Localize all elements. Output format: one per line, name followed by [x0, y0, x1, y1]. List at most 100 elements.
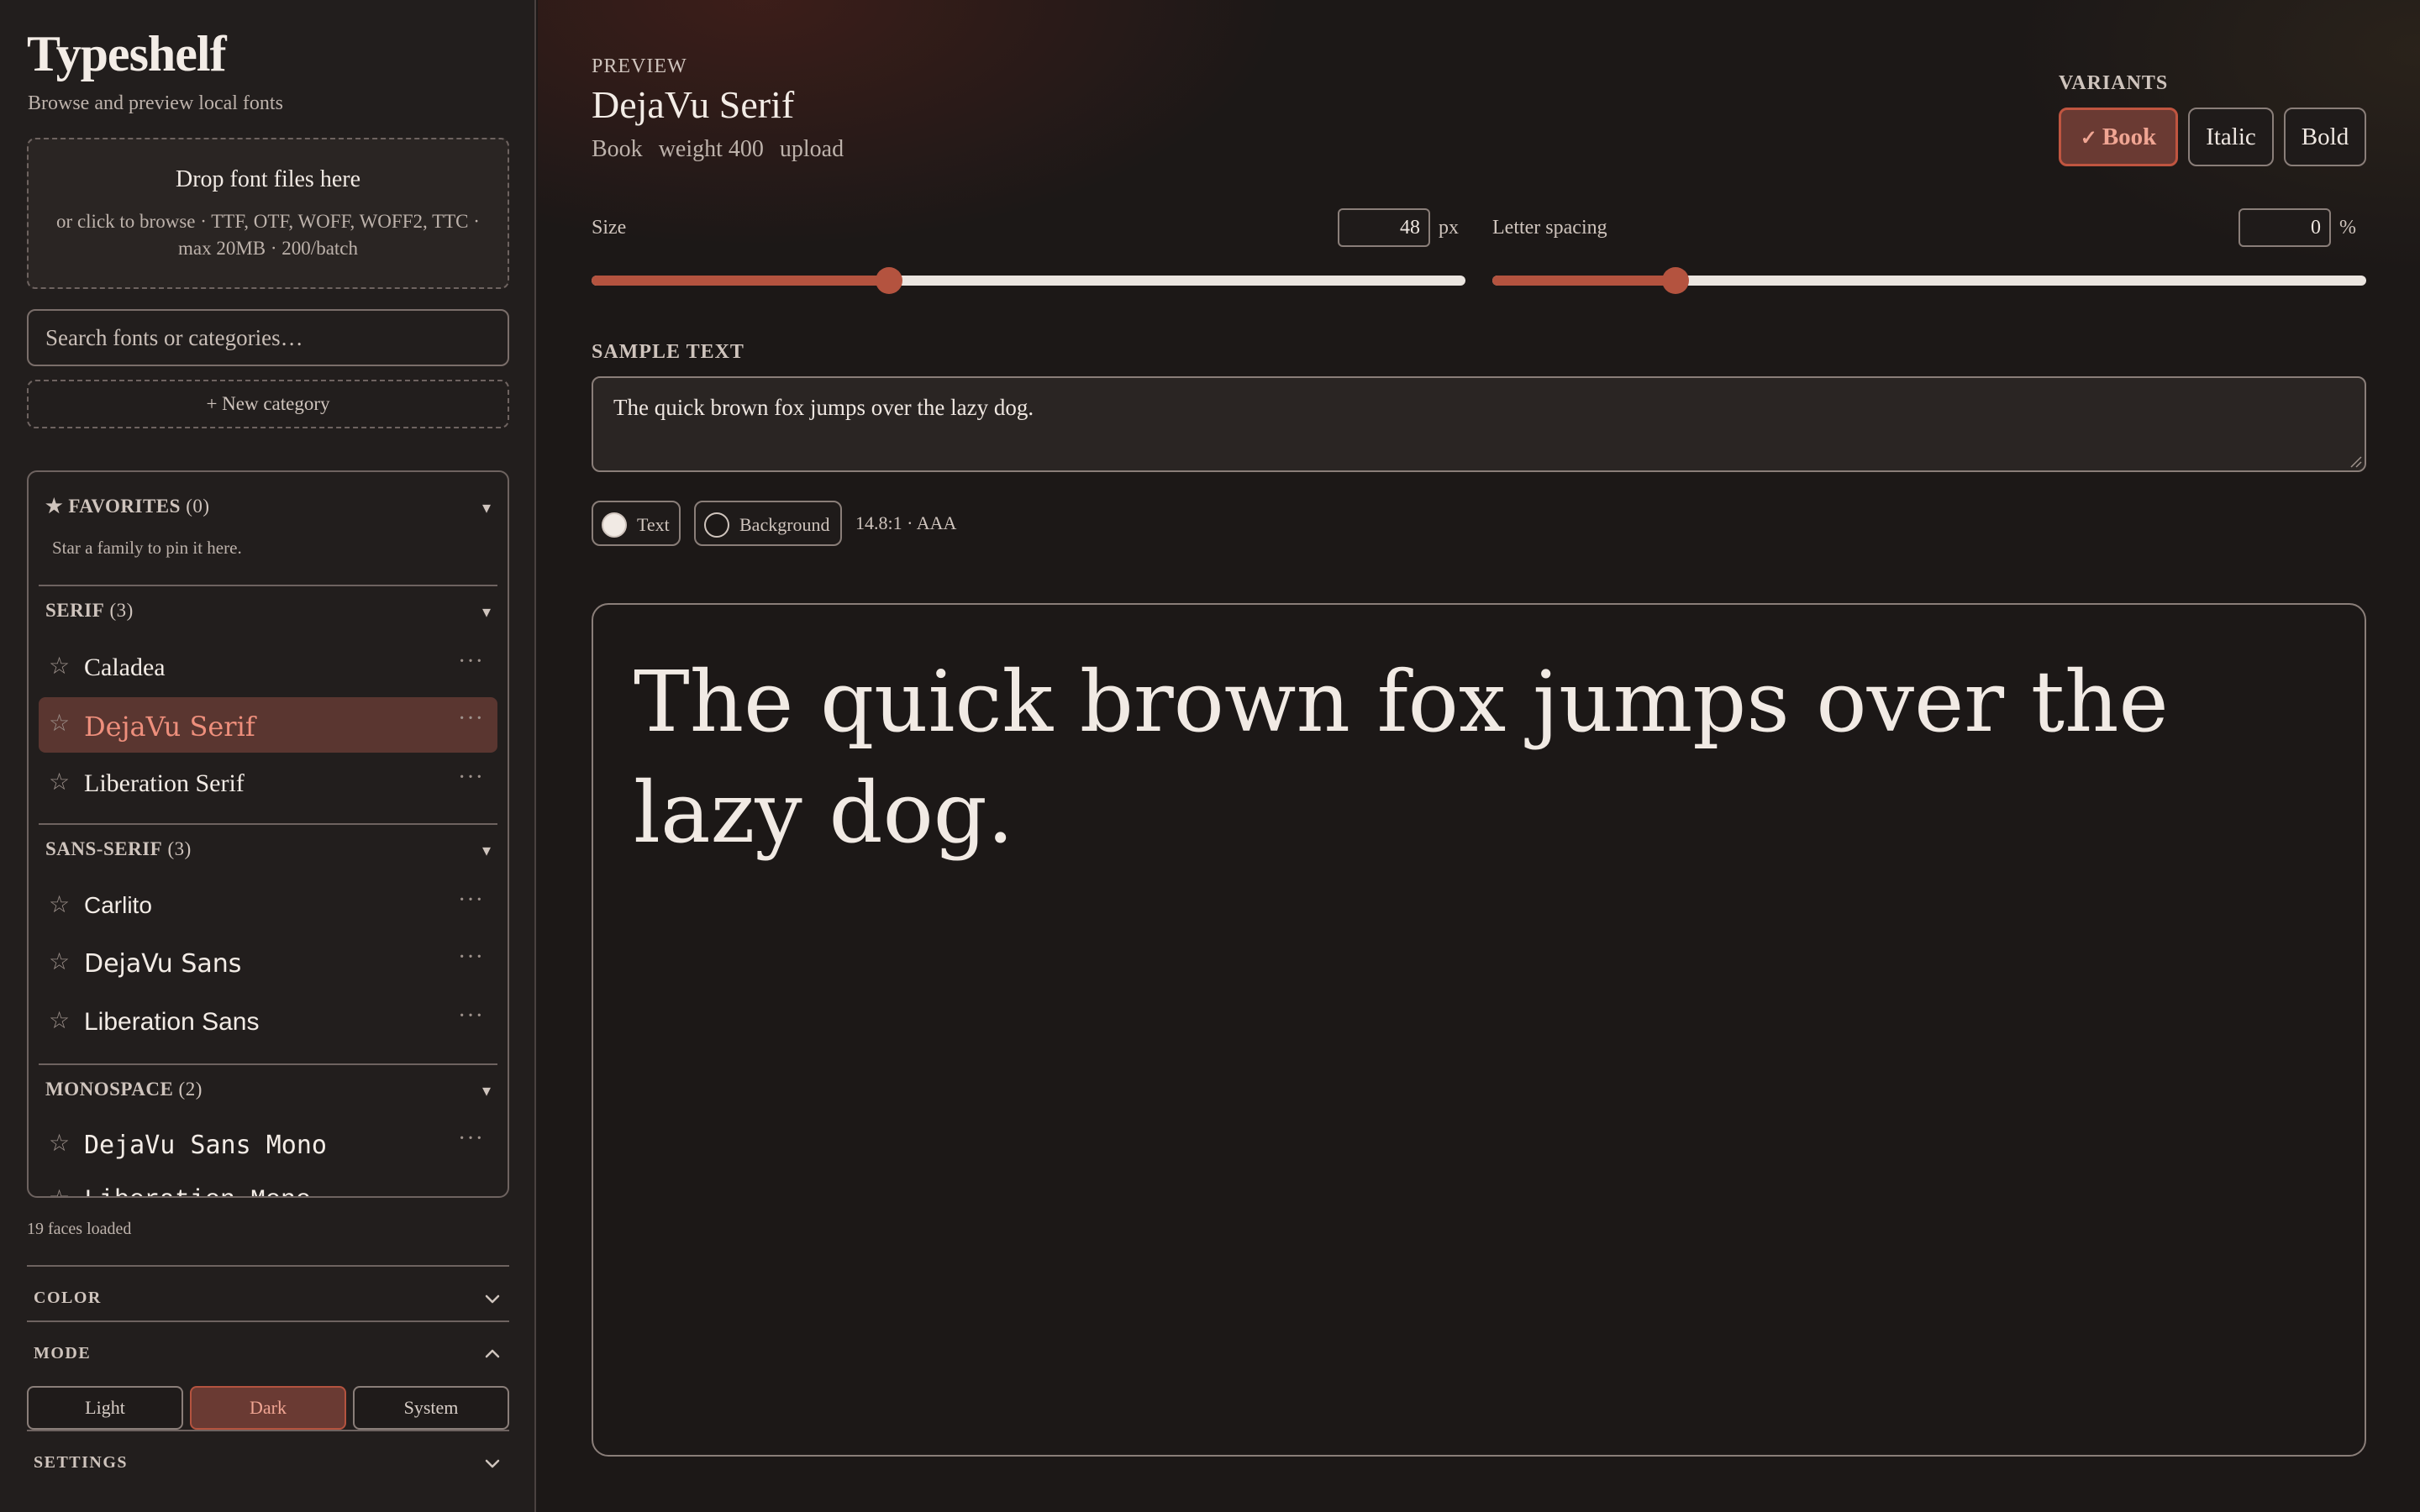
divider: [39, 823, 497, 825]
app-title: Typeshelf: [27, 26, 227, 81]
caret-down-icon[interactable]: ▾: [482, 1080, 491, 1101]
meta-style: Book: [592, 136, 643, 162]
variant-italic-button[interactable]: Italic: [2188, 108, 2274, 166]
sample-text-input[interactable]: The quick brown fox jumps over the lazy …: [592, 376, 2366, 472]
more-options-icon[interactable]: ···: [458, 706, 484, 732]
app-subtitle: Browse and preview local fonts: [28, 92, 283, 114]
chevron-down-icon[interactable]: [482, 1453, 502, 1473]
star-outline-icon[interactable]: ☆: [49, 1129, 70, 1158]
variant-label: Book: [2102, 123, 2157, 150]
contrast-ratio: 14.8:1 · AAA: [855, 512, 957, 533]
variant-book-button[interactable]: ✓ Book: [2059, 108, 2178, 166]
preview-meta: Book weight 400 upload: [592, 136, 854, 163]
more-options-icon[interactable]: ···: [458, 1003, 484, 1030]
more-options-icon[interactable]: ···: [458, 887, 484, 914]
more-options-icon[interactable]: ···: [458, 1126, 484, 1152]
new-category-button[interactable]: + New category: [27, 380, 509, 428]
size-slider[interactable]: [592, 267, 1465, 294]
mode-dark-button[interactable]: Dark: [190, 1386, 346, 1430]
text-color-label: Text: [637, 514, 670, 535]
mode-system-button[interactable]: System: [353, 1386, 509, 1430]
text-color-button[interactable]: Text: [592, 501, 681, 546]
accordion-mode-title[interactable]: MODE: [34, 1344, 91, 1363]
font-name: Liberation Mono: [84, 1186, 311, 1196]
font-dropzone[interactable]: Drop font files here or click to browse …: [27, 138, 509, 289]
star-outline-icon[interactable]: ☆: [49, 709, 70, 738]
font-row-caladea[interactable]: ☆ Caladea ···: [39, 640, 497, 696]
meta-source: upload: [779, 136, 844, 162]
variants-label: VARIANTS: [2059, 72, 2169, 94]
category-header-monospace[interactable]: MONOSPACE (2): [45, 1079, 203, 1100]
star-outline-icon[interactable]: ☆: [49, 890, 70, 919]
category-count: (2): [178, 1079, 203, 1100]
size-slider-thumb[interactable]: [875, 267, 902, 294]
star-outline-icon[interactable]: ☆: [49, 948, 70, 976]
dropzone-hint: or click to browse · TTF, OTF, WOFF, WOF…: [56, 211, 480, 259]
preview-panel: PREVIEW DejaVu Serif Book weight 400 upl…: [538, 0, 2420, 1512]
check-icon: ✓: [2080, 127, 2097, 150]
category-count: (0): [186, 496, 210, 517]
divider: [27, 1265, 509, 1267]
letter-spacing-slider[interactable]: [1492, 267, 2366, 294]
favorites-empty-message: Star a family to pin it here.: [52, 538, 242, 558]
sample-text-label: SAMPLE TEXT: [592, 341, 744, 363]
font-row-dejavu-sans[interactable]: ☆ DejaVu Sans ···: [39, 936, 497, 991]
category-count: (3): [109, 600, 134, 621]
accordion-settings-title[interactable]: SETTINGS: [34, 1453, 128, 1473]
font-name: DejaVu Serif: [84, 711, 255, 743]
preview-stage: The quick brown fox jumps over the lazy …: [592, 603, 2366, 1457]
font-row-liberation-mono[interactable]: ☆ Liberation Mono: [39, 1173, 497, 1196]
star-outline-icon[interactable]: ☆: [49, 652, 70, 680]
category-name: SERIF: [45, 600, 105, 621]
more-options-icon[interactable]: ···: [458, 764, 484, 791]
resize-grip-icon[interactable]: [2349, 455, 2363, 469]
divider: [39, 585, 497, 586]
background-color-label: Background: [739, 514, 830, 535]
size-label: Size: [592, 217, 627, 239]
caret-down-icon[interactable]: ▾: [482, 601, 491, 622]
letter-spacing-input[interactable]: [2238, 208, 2331, 247]
divider: [27, 1320, 509, 1322]
divider: [27, 1430, 509, 1431]
caret-down-icon[interactable]: ▾: [482, 840, 491, 861]
preview-font-title: DejaVu Serif: [592, 83, 795, 126]
font-row-liberation-sans[interactable]: ☆ Liberation Sans ···: [39, 995, 497, 1050]
more-options-icon[interactable]: ···: [458, 648, 484, 675]
star-outline-icon[interactable]: ☆: [49, 768, 70, 796]
star-outline-icon[interactable]: ☆: [49, 1184, 70, 1196]
letter-spacing-slider-thumb[interactable]: [1662, 267, 1690, 294]
sidebar: Typeshelf Browse and preview local fonts…: [0, 0, 536, 1512]
size-unit: px: [1439, 217, 1459, 239]
chevron-down-icon[interactable]: [482, 1289, 502, 1309]
category-name: SANS-SERIF: [45, 838, 163, 859]
font-name: Liberation Serif: [84, 769, 245, 797]
caret-down-icon[interactable]: ▾: [482, 497, 491, 518]
search-input[interactable]: [27, 309, 509, 366]
more-options-icon[interactable]: ···: [458, 944, 484, 971]
star-outline-icon[interactable]: ☆: [49, 1006, 70, 1035]
category-name: FAVORITES: [68, 496, 181, 517]
font-row-dejavu-serif[interactable]: ☆ DejaVu Serif ···: [39, 697, 497, 753]
font-name: DejaVu Sans Mono: [84, 1131, 327, 1160]
background-color-button[interactable]: Background: [694, 501, 842, 546]
category-header-serif[interactable]: SERIF (3): [45, 600, 134, 622]
font-name: Caladea: [84, 654, 166, 681]
chevron-up-icon[interactable]: [482, 1344, 502, 1364]
letter-spacing-slider-fill: [1492, 276, 1676, 286]
faces-loaded-count: 19 faces loaded: [27, 1220, 132, 1238]
font-row-dejavu-sans-mono[interactable]: ☆ DejaVu Sans Mono ···: [39, 1117, 497, 1173]
mode-light-button[interactable]: Light: [27, 1386, 183, 1430]
font-row-liberation-serif[interactable]: ☆ Liberation Serif ···: [39, 756, 497, 811]
accordion-color-title[interactable]: COLOR: [34, 1289, 102, 1308]
font-list[interactable]: ★ FAVORITES (0) ▾ Star a family to pin i…: [27, 470, 509, 1198]
category-name: MONOSPACE: [45, 1079, 174, 1100]
category-header-favorites[interactable]: ★ FAVORITES (0): [45, 496, 210, 517]
favorites-star-icon: ★: [45, 496, 64, 517]
category-header-sans-serif[interactable]: SANS-SERIF (3): [45, 838, 192, 860]
variant-bold-button[interactable]: Bold: [2284, 108, 2366, 166]
size-input[interactable]: [1338, 208, 1430, 247]
font-name: Carlito: [84, 892, 152, 918]
font-row-carlito[interactable]: ☆ Carlito ···: [39, 879, 497, 934]
letter-spacing-label: Letter spacing: [1492, 217, 1607, 239]
background-color-swatch: [704, 512, 729, 538]
